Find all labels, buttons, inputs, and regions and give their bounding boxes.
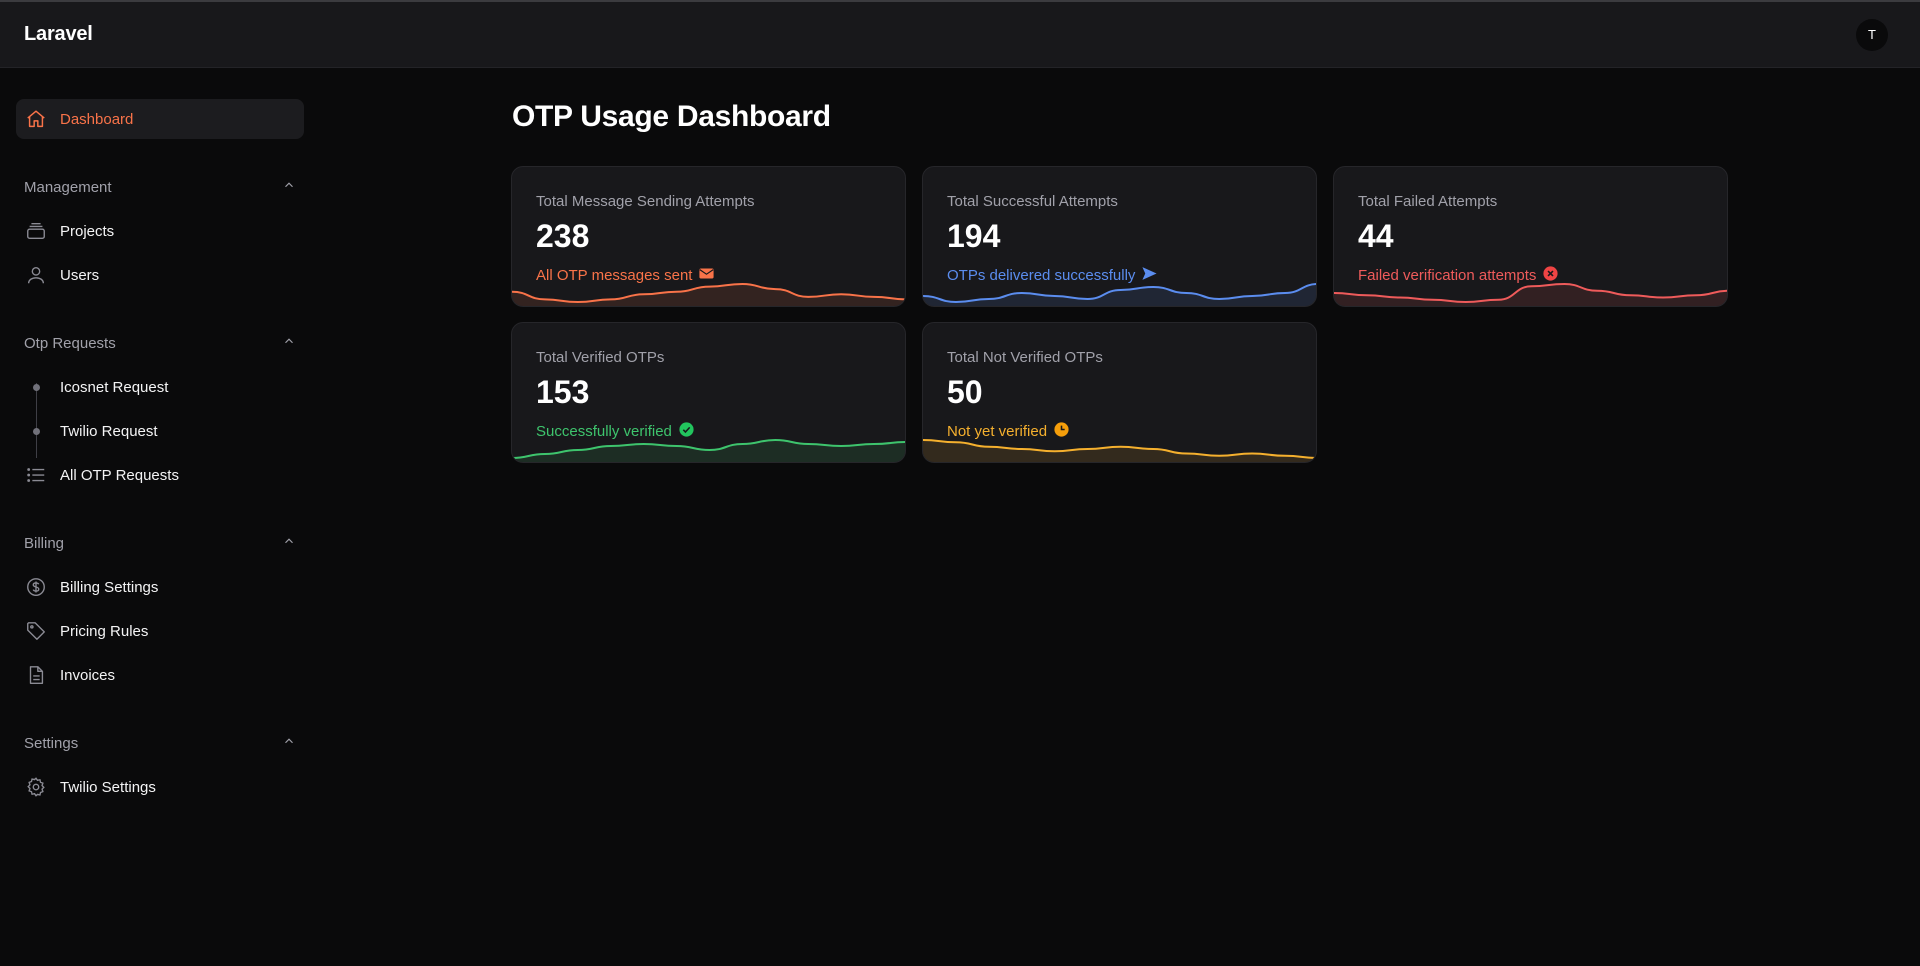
sidebar-item-label: Twilio Request <box>60 422 158 440</box>
stat-card-total-attempts: Total Message Sending Attempts 238 All O… <box>511 166 906 307</box>
group-header-settings[interactable]: Settings <box>24 731 296 755</box>
sidebar-item-icosnet-request[interactable]: Icosnet Request <box>16 367 304 407</box>
stat-value: 44 <box>1358 218 1394 254</box>
sidebar-item-label: Users <box>60 266 100 284</box>
stat-value: 238 <box>536 218 590 254</box>
user-icon <box>24 263 48 287</box>
sidebar-item-label: Projects <box>60 222 115 240</box>
group-header-otp-requests[interactable]: Otp Requests <box>24 331 296 355</box>
group-title: Management <box>24 178 112 196</box>
home-icon <box>24 107 48 131</box>
dollar-circle-icon <box>24 575 48 599</box>
stat-value: 194 <box>947 218 1001 254</box>
sparkline-chart <box>512 438 905 462</box>
sidebar-item-label: Invoices <box>60 666 116 684</box>
sidebar-item-label: Dashboard <box>60 110 134 128</box>
sparkline-chart <box>923 283 1316 306</box>
group-title: Otp Requests <box>24 334 116 352</box>
chevron-up-icon <box>282 734 296 752</box>
stat-label: Total Not Verified OTPs <box>947 349 1103 366</box>
sidebar-item-label: Billing Settings <box>60 578 159 596</box>
top-navbar: Laravel T <box>0 2 1920 68</box>
sidebar-item-label: All OTP Requests <box>60 466 179 484</box>
document-icon <box>24 663 48 687</box>
list-icon <box>24 463 48 487</box>
sidebar: Dashboard Management Projects Users Otp … <box>0 69 320 966</box>
chevron-up-icon <box>282 178 296 196</box>
group-title: Settings <box>24 734 79 752</box>
sidebar-item-invoices[interactable]: Invoices <box>16 655 304 695</box>
stat-card-failed-attempts: Total Failed Attempts 44 Failed verifica… <box>1333 166 1728 307</box>
sidebar-item-all-otp-requests[interactable]: All OTP Requests <box>16 455 304 495</box>
sidebar-item-dashboard[interactable]: Dashboard <box>16 99 304 139</box>
stat-value: 50 <box>947 374 983 410</box>
stat-label: Total Message Sending Attempts <box>536 193 755 210</box>
stat-value: 153 <box>536 374 590 410</box>
sidebar-item-pricing-rules[interactable]: Pricing Rules <box>16 611 304 651</box>
gear-icon <box>24 775 48 799</box>
group-title: Billing <box>24 534 65 552</box>
user-avatar[interactable]: T <box>1856 19 1888 51</box>
stat-card-not-verified-otps: Total Not Verified OTPs 50 Not yet verif… <box>922 322 1317 463</box>
sidebar-item-label: Icosnet Request <box>60 378 169 396</box>
sparkline-chart <box>923 439 1316 462</box>
chevron-up-icon <box>282 334 296 352</box>
sidebar-item-twilio-request[interactable]: Twilio Request <box>16 411 304 451</box>
brand-logo[interactable]: Laravel <box>24 23 93 46</box>
sidebar-item-billing-settings[interactable]: Billing Settings <box>16 567 304 607</box>
sparkline-chart <box>1334 282 1727 306</box>
sparkline-chart <box>512 282 905 306</box>
stat-card-successful-attempts: Total Successful Attempts 194 OTPs deliv… <box>922 166 1317 307</box>
stack-icon <box>24 219 48 243</box>
stat-label: Total Successful Attempts <box>947 193 1118 210</box>
sidebar-item-twilio-settings[interactable]: Twilio Settings <box>16 767 304 807</box>
chevron-up-icon <box>282 534 296 552</box>
page-title: OTP Usage Dashboard <box>512 100 831 133</box>
stat-label: Total Verified OTPs <box>536 349 665 366</box>
stat-card-verified-otps: Total Verified OTPs 153 Successfully ver… <box>511 322 906 463</box>
sparkline-area <box>923 440 1316 462</box>
sidebar-item-label: Pricing Rules <box>60 622 149 640</box>
sidebar-item-users[interactable]: Users <box>16 255 304 295</box>
stat-label: Total Failed Attempts <box>1358 193 1498 210</box>
sidebar-item-label: Twilio Settings <box>60 778 156 796</box>
group-header-billing[interactable]: Billing <box>24 531 296 555</box>
group-header-management[interactable]: Management <box>24 175 296 199</box>
sparkline-area <box>1334 284 1727 306</box>
tag-icon <box>24 619 48 643</box>
sidebar-item-projects[interactable]: Projects <box>16 211 304 251</box>
